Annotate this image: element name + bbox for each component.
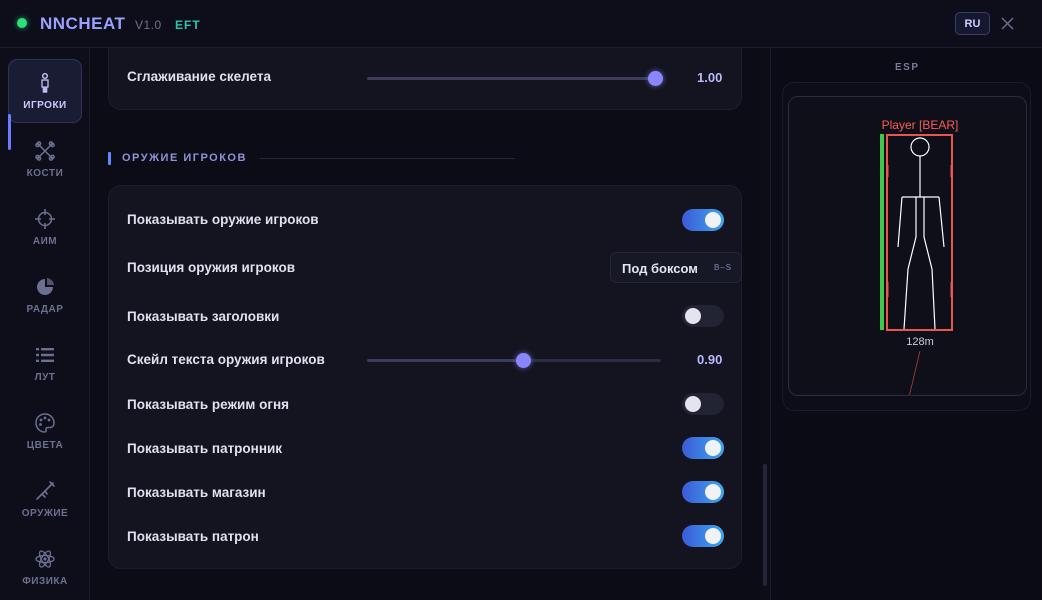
sidebar-item-label: ОРУЖИЕ xyxy=(21,507,69,519)
esp-preview-canvas: Player [BEAR] 128m xyxy=(788,96,1027,396)
weapon-text-scale-slider[interactable] xyxy=(367,353,661,368)
language-button[interactable]: RU xyxy=(955,12,990,35)
game-tag: EFT xyxy=(175,18,201,32)
sidebar-item-label: ИГРОКИ xyxy=(23,99,67,111)
close-icon[interactable] xyxy=(999,15,1016,32)
app-title: NNCHEAT xyxy=(40,14,126,33)
toggle-knob xyxy=(705,440,721,456)
dropdown-value: Под боксом xyxy=(622,261,698,276)
settings-panel: Сглаживание скелета 1.00 ОРУЖИЕ ИГРОКОВ … xyxy=(90,48,770,600)
show-fire-mode-toggle[interactable] xyxy=(682,393,724,415)
status-indicator xyxy=(17,18,27,28)
scrollbar-thumb[interactable] xyxy=(763,464,767,586)
sidebar-nav: ИГРОКИ КОСТИ АИМ РАДАР ЛУТ ЦВЕТА ОРУЖИЕ … xyxy=(0,48,90,600)
main-scrollbar[interactable] xyxy=(760,48,770,600)
title-bar: NNCHEAT V1.0 EFT RU xyxy=(0,0,1042,48)
show-headers-toggle[interactable] xyxy=(682,305,724,327)
section-divider xyxy=(260,158,515,159)
weapon-text-scale-value: 0.90 xyxy=(697,352,723,367)
palette-icon xyxy=(35,412,55,433)
row-label: Показывать заголовки xyxy=(127,309,280,324)
sidebar-item-colors[interactable]: ЦВЕТА xyxy=(8,399,82,463)
toggle-knob xyxy=(705,484,721,500)
esp-player-label: Player [BEAR] xyxy=(882,118,959,132)
sidebar-item-bones[interactable]: КОСТИ xyxy=(8,127,82,191)
toggle-knob xyxy=(705,212,721,228)
esp-health-bar xyxy=(880,134,884,330)
skeleton-card: Сглаживание скелета 1.00 xyxy=(108,48,742,110)
sidebar-item-loot[interactable]: ЛУТ xyxy=(8,331,82,395)
sidebar-item-label: ЛУТ xyxy=(34,371,56,383)
row-label: Показывать магазин xyxy=(127,485,266,500)
sidebar-item-label: АИМ xyxy=(32,235,58,247)
slider-fill xyxy=(367,359,523,362)
row-label: Показывать патронник xyxy=(127,441,283,456)
atom-icon xyxy=(35,549,55,568)
player-icon xyxy=(41,72,49,93)
esp-distance: 128m xyxy=(906,336,934,348)
show-magazine-toggle[interactable] xyxy=(682,481,724,503)
esp-snapline xyxy=(909,350,921,395)
section-title: ОРУЖИЕ ИГРОКОВ xyxy=(122,152,247,164)
weapons-card: Показывать оружие игроков Позиция оружия… xyxy=(108,185,742,569)
esp-skeleton xyxy=(897,137,945,330)
sidebar-item-physics[interactable]: ФИЗИКА xyxy=(8,535,82,599)
sidebar-item-label: ЦВЕТА xyxy=(26,439,64,451)
toggle-knob xyxy=(685,308,701,324)
skeleton-smoothing-value: 1.00 xyxy=(697,70,723,85)
slider-fill xyxy=(367,77,655,80)
show-weapon-toggle[interactable] xyxy=(682,209,724,231)
sidebar-item-label: РАДАР xyxy=(26,303,64,315)
section-accent-bar xyxy=(108,152,111,165)
list-icon xyxy=(36,347,54,362)
sidebar-item-radar[interactable]: РАДАР xyxy=(8,263,82,327)
slider-thumb[interactable] xyxy=(515,353,531,368)
esp-preview-svg: Player [BEAR] 128m xyxy=(880,118,959,395)
esp-preview-frame: Player [BEAR] 128m xyxy=(782,82,1031,411)
esp-title: ESP xyxy=(895,62,920,73)
esp-preview-panel: ESP Player [BEAR] 128m xyxy=(770,48,1042,600)
sidebar-item-players[interactable]: ИГРОКИ xyxy=(8,59,82,123)
show-chamber-toggle[interactable] xyxy=(682,437,724,459)
app-version: V1.0 xyxy=(135,18,162,32)
sidebar-item-weapons[interactable]: ОРУЖИЕ xyxy=(8,467,82,531)
radar-icon xyxy=(37,277,54,295)
sidebar-item-label: ФИЗИКА xyxy=(22,575,68,587)
bones-icon xyxy=(35,140,55,161)
skeleton-smoothing-label: Сглаживание скелета xyxy=(127,69,271,84)
toggle-knob xyxy=(705,528,721,544)
slider-thumb[interactable] xyxy=(648,71,663,86)
row-label: Скейл текста оружия игроков xyxy=(127,352,325,367)
rifle-icon xyxy=(36,480,55,500)
crosshair-icon xyxy=(35,208,55,229)
sidebar-item-label: КОСТИ xyxy=(26,167,64,179)
row-label: Показывать патрон xyxy=(127,529,259,544)
sidebar-item-aim[interactable]: АИМ xyxy=(8,195,82,259)
show-ammo-toggle[interactable] xyxy=(682,525,724,547)
skeleton-smoothing-slider[interactable] xyxy=(367,71,663,86)
row-label: Позиция оружия игроков xyxy=(127,260,296,275)
row-label: Показывать оружие игроков xyxy=(127,212,319,227)
row-label: Показывать режим огня xyxy=(127,397,289,412)
toggle-knob xyxy=(685,396,701,412)
dropdown-tag: B–S xyxy=(714,263,733,272)
weapon-position-dropdown[interactable]: Под боксом B–S xyxy=(610,252,742,283)
